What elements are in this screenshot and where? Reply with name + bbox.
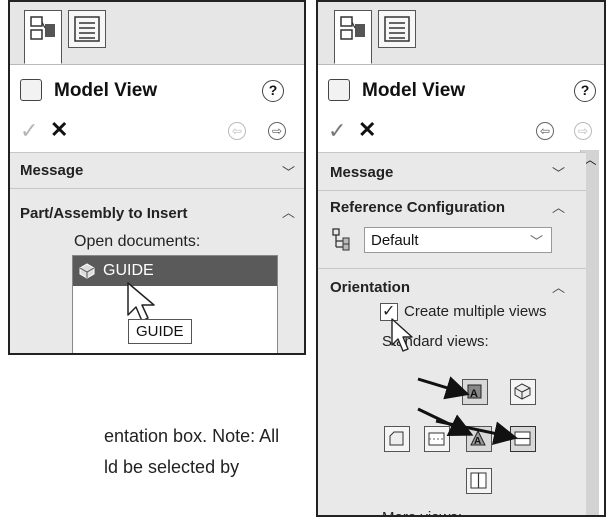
configuration-value: Default — [371, 232, 419, 249]
property-manager-icon — [30, 16, 55, 40]
more-views-label: More views: — [382, 509, 462, 515]
chevron-up-icon[interactable]: ︿ — [552, 277, 565, 296]
part-icon — [79, 263, 95, 279]
chevron-up-icon[interactable]: ︿ — [282, 202, 295, 221]
page-title: Model View — [54, 80, 158, 101]
caption-line-1: entation box. Note: All — [104, 426, 280, 446]
tab-property-manager[interactable] — [334, 10, 372, 64]
arrow-to-top-view — [417, 376, 470, 400]
chevron-down-icon[interactable]: ﹀ — [282, 162, 295, 181]
next-button[interactable]: ⇨ — [574, 122, 592, 140]
pm-tab-strip — [10, 2, 304, 65]
property-manager-icon — [340, 16, 365, 40]
chevron-down-icon: ﹀ — [529, 234, 543, 249]
section-title: Reference Configuration — [330, 199, 506, 216]
ok-check-icon[interactable]: ✓ — [20, 118, 38, 144]
section-title: Message — [20, 162, 84, 179]
back-button[interactable]: ⇦ — [536, 122, 554, 140]
chevron-up-icon[interactable]: ︿ — [552, 197, 565, 216]
part-assembly-section: Part/Assembly to Insert ︿ Open documents… — [10, 188, 304, 353]
help-button[interactable]: ? — [262, 80, 284, 102]
chevron-down-icon[interactable]: ﹀ — [552, 163, 565, 182]
list-icon — [384, 16, 410, 42]
action-row: ✓ ✕ ⇦ ⇨ — [10, 116, 304, 148]
tooltip: GUIDE — [128, 319, 192, 344]
model-view-icon — [328, 79, 350, 101]
message-section[interactable]: Message ﹀ — [10, 152, 304, 189]
document-name: GUIDE — [103, 262, 154, 279]
tab-property-manager[interactable] — [24, 10, 62, 64]
orientation-section: Orientation ︿ ✓ Create multiple views St… — [318, 268, 586, 515]
back-button[interactable]: ⇦ — [228, 122, 246, 140]
page-title: Model View — [362, 80, 466, 101]
configuration-select[interactable]: Default ﹀ — [364, 227, 552, 253]
list-item[interactable]: GUIDE — [73, 256, 277, 286]
action-row: ✓ ✕ ⇦ ⇨ — [318, 116, 604, 148]
section-title: Orientation — [330, 279, 411, 296]
left-property-manager: Model View ? ✓ ✕ ⇦ ⇨ Message ﹀ Part/Asse… — [8, 0, 306, 355]
model-view-icon — [20, 79, 42, 101]
section-title: Message — [330, 164, 394, 181]
tab-feature-list[interactable] — [68, 10, 106, 48]
create-multiple-views-label: Create multiple views — [404, 303, 547, 320]
annotation-arrows — [417, 376, 518, 446]
right-property-manager: Model View ? ✓ ✕ ⇦ ⇨ ︿ Message ﹀ Referen… — [316, 0, 606, 517]
configuration-icon — [332, 228, 350, 251]
open-documents-label: Open documents: — [74, 233, 201, 250]
list-icon — [74, 16, 100, 42]
tab-feature-list[interactable] — [378, 10, 416, 48]
next-button[interactable]: ⇨ — [268, 122, 286, 140]
cancel-x-icon[interactable]: ✕ — [50, 117, 68, 143]
pm-tab-strip — [318, 2, 604, 65]
reference-configuration-section: Reference Configuration ︿ Default ﹀ — [318, 190, 586, 269]
help-button[interactable]: ? — [574, 80, 596, 102]
title-row: Model View ? — [318, 66, 604, 116]
caption-line-2: ld be selected by — [104, 457, 240, 477]
arrow-to-back-view — [435, 419, 518, 446]
section-title: Part/Assembly to Insert — [20, 205, 188, 222]
message-section[interactable]: Message ﹀ — [318, 152, 586, 191]
ok-check-icon[interactable]: ✓ — [328, 118, 346, 144]
title-row: Model View ? — [10, 66, 304, 116]
mouse-cursor-icon — [391, 318, 413, 352]
cancel-x-icon[interactable]: ✕ — [358, 117, 376, 143]
